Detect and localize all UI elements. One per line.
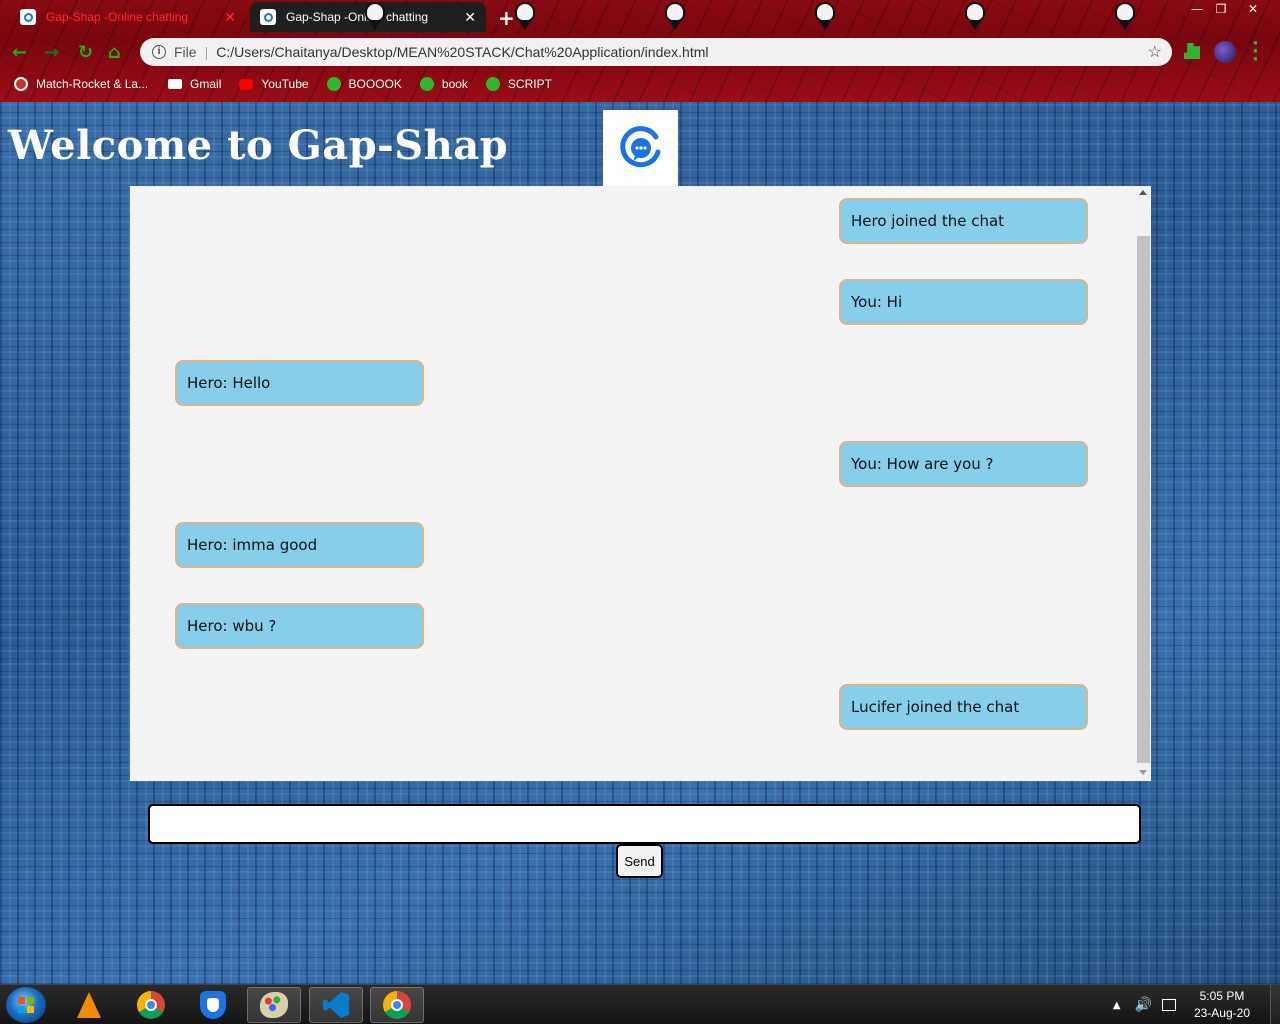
- tab-title: Gap-Shap -Online chatting: [286, 10, 429, 24]
- message-bubble: Hero: Hello: [175, 360, 424, 406]
- message-bubble: Hero joined the chat: [839, 198, 1088, 244]
- match-rocket-icon: [14, 77, 28, 91]
- vlc-icon: [77, 992, 101, 1018]
- tab-inactive[interactable]: Gap-Shap -Online chatting ✕: [10, 2, 246, 32]
- close-tab-icon[interactable]: ✕: [224, 9, 236, 26]
- taskbar-chrome-active[interactable]: [370, 987, 424, 1023]
- bookmark-book[interactable]: book: [419, 77, 468, 91]
- paint-icon: [260, 992, 288, 1018]
- youtube-icon: [239, 78, 254, 90]
- message-text: You: Hi: [851, 293, 903, 311]
- system-tray: ▲ 🔊 5:05 PM 23-Aug-20: [1113, 985, 1280, 1024]
- taskbar-brave[interactable]: [186, 987, 240, 1023]
- address-bar[interactable]: i File | C:/Users/Chaitanya/Desktop/MEAN…: [140, 38, 1172, 66]
- chat-scrollbar[interactable]: [1136, 186, 1151, 781]
- message-text: Hero: wbu ?: [187, 617, 277, 635]
- windows-logo-icon: [18, 997, 34, 1013]
- globe-icon: [419, 77, 434, 91]
- info-icon[interactable]: i: [152, 45, 166, 59]
- url-text[interactable]: C:/Users/Chaitanya/Desktop/MEAN%20STACK/…: [216, 44, 708, 60]
- scroll-down-arrow-icon[interactable]: [1139, 770, 1147, 775]
- globe-icon: [485, 77, 500, 91]
- bookmark-label: BOOOOK: [348, 77, 402, 91]
- vscode-icon: [323, 992, 349, 1018]
- bookmark-boooook[interactable]: BOOOOK: [326, 77, 402, 91]
- start-button[interactable]: [6, 987, 46, 1023]
- message-text: Lucifer joined the chat: [851, 698, 1020, 716]
- taskbar-paint[interactable]: [247, 987, 301, 1023]
- menu-dots-icon[interactable]: · · ·: [1252, 35, 1259, 69]
- theme-mask-icon: [664, 0, 686, 34]
- bookmark-label: Match-Rocket & La...: [36, 77, 149, 91]
- page-title: Welcome to Gap-Shap: [8, 122, 509, 169]
- volume-icon[interactable]: 🔊: [1135, 997, 1152, 1013]
- message-text: Hero: imma good: [187, 536, 318, 554]
- bookmark-label: book: [441, 77, 468, 91]
- message-text: Hero: Hello: [187, 374, 271, 392]
- taskbar-chrome[interactable]: [124, 987, 178, 1023]
- clock-time: 5:05 PM: [1199, 989, 1245, 1003]
- minimize-button[interactable]: —: [1184, 0, 1210, 18]
- browser-chrome: Gap-Shap -Online chatting ✕ Gap-Shap -On…: [0, 0, 1280, 102]
- chrome-icon: [383, 991, 411, 1019]
- scroll-up-arrow-icon[interactable]: [1139, 190, 1147, 195]
- app-favicon-icon: [20, 9, 36, 25]
- app-logo: [603, 110, 678, 186]
- gmail-icon: [168, 79, 183, 89]
- profile-avatar[interactable]: [1214, 41, 1236, 63]
- taskbar-vlc[interactable]: [62, 987, 116, 1023]
- bookmarks-bar: Match-Rocket & La... Gmail YouTube BOOOO…: [0, 72, 1280, 96]
- bookmark-gmail[interactable]: Gmail: [168, 77, 221, 91]
- home-icon[interactable]: ⌂: [108, 42, 121, 63]
- restore-button[interactable]: ❐: [1208, 0, 1234, 18]
- message-bubble: Hero: wbu ?: [175, 603, 424, 649]
- message-bubble: Lucifer joined the chat: [839, 684, 1088, 730]
- browser-toolbar: ← → ↻ ⌂ i File | C:/Users/Chaitanya/Desk…: [0, 34, 1280, 70]
- page-content: Welcome to Gap-Shap Hero joined the chat…: [0, 102, 1280, 984]
- message-text: You: How are you ?: [851, 455, 994, 473]
- theme-mask-icon: [1114, 0, 1136, 34]
- send-button[interactable]: Send: [616, 844, 663, 878]
- message-bubble: You: How are you ?: [839, 441, 1088, 487]
- bookmark-label: Gmail: [190, 77, 222, 91]
- theme-mask-icon: [964, 0, 986, 34]
- theme-mask-icon: [514, 0, 536, 34]
- chrome-icon: [137, 991, 165, 1019]
- new-tab-button[interactable]: +: [498, 6, 515, 30]
- back-arrow-icon[interactable]: ←: [12, 42, 27, 63]
- clock-date: 23-Aug-20: [1193, 1006, 1250, 1020]
- chat-logo-icon: [619, 126, 660, 168]
- bookmark-star-icon[interactable]: ☆: [1148, 42, 1162, 62]
- app-favicon-icon: [260, 9, 276, 25]
- close-tab-icon[interactable]: ✕: [464, 9, 476, 26]
- brave-icon: [200, 991, 226, 1019]
- bookmark-label: SCRIPT: [507, 77, 552, 91]
- show-hidden-icons-icon[interactable]: ▲: [1113, 1000, 1121, 1011]
- theme-mask-icon: [364, 0, 386, 34]
- message-bubble: You: Hi: [839, 279, 1088, 325]
- bookmark-label: YouTube: [261, 77, 309, 91]
- reload-icon[interactable]: ↻: [78, 42, 93, 63]
- taskbar-vscode[interactable]: [309, 987, 363, 1023]
- forward-arrow-icon[interactable]: →: [44, 42, 59, 63]
- extensions-puzzle-icon[interactable]: [1184, 43, 1200, 59]
- bookmark-youtube[interactable]: YouTube: [239, 77, 309, 91]
- globe-icon: [326, 77, 341, 91]
- chat-messages-area[interactable]: Hero joined the chat You: Hi Hero: Hello…: [130, 186, 1151, 781]
- tab-title: Gap-Shap -Online chatting: [46, 10, 189, 24]
- theme-mask-icon: [814, 0, 836, 34]
- windows-taskbar: ▲ 🔊 5:05 PM 23-Aug-20: [0, 984, 1280, 1024]
- action-center-flag-icon[interactable]: [1161, 999, 1176, 1011]
- bookmark-match-rocket[interactable]: Match-Rocket & La...: [14, 77, 148, 91]
- window-close-button[interactable]: ✕: [1240, 0, 1266, 18]
- message-text: Hero joined the chat: [851, 212, 1005, 230]
- address-separator: |: [204, 44, 209, 60]
- scrollbar-thumb[interactable]: [1137, 236, 1150, 763]
- bookmark-script[interactable]: SCRIPT: [485, 77, 552, 91]
- scheme-label: File: [174, 44, 197, 60]
- message-bubble: Hero: imma good: [175, 522, 424, 568]
- message-input[interactable]: [148, 804, 1141, 844]
- show-desktop-button[interactable]: [1270, 985, 1280, 1024]
- taskbar-clock[interactable]: 5:05 PM 23-Aug-20: [1194, 988, 1250, 1022]
